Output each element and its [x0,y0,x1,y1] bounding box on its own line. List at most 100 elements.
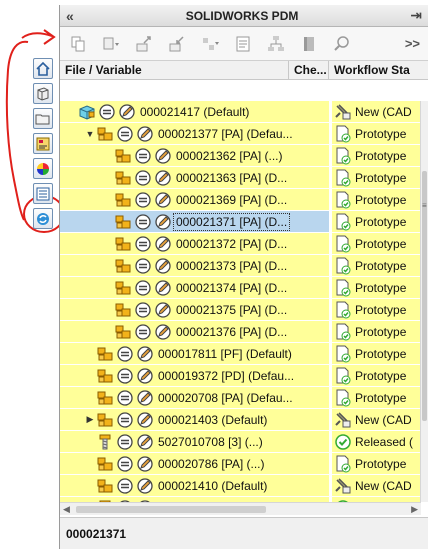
tree-tool[interactable] [266,34,286,54]
tree-row[interactable]: ▼ 000021377 [PA] (Defau... Prototype [60,123,421,145]
tree-row[interactable]: 000021417 (Default) New (CAD [60,101,421,123]
file-cell[interactable]: 000020786 [PA] (...) [60,453,329,474]
file-cell[interactable]: 000021362 [PA] (...) [60,145,329,166]
folder-icon [35,114,50,124]
horizontal-scrollbar[interactable]: ◀ ▶ [60,502,421,515]
folder-button[interactable] [33,108,53,129]
tree-row[interactable]: 000021375 [PA] (D... Prototype [60,299,421,321]
collapse-toggle-icon[interactable]: ▼ [84,129,96,139]
file-cell[interactable]: 000021372 [PA] (D... [60,233,329,254]
assembly-icon [114,169,132,187]
file-cell[interactable]: 000017811 [PF] (Default) [60,343,329,364]
file-cell[interactable]: ▼ 000021377 [PA] (Defau... [60,123,329,144]
edit-state-icon [154,235,172,253]
prototype-state-icon [334,125,352,143]
tree-row[interactable]: 000021374 [PA] (D... Prototype [60,277,421,299]
tree-row[interactable]: 000021372 [PA] (D... Prototype [60,233,421,255]
home-button[interactable] [33,58,53,79]
local-version-icon [116,477,134,495]
properties-button[interactable] [33,133,53,154]
tree-row[interactable]: 000020708 [PA] (Defau... Prototype [60,387,421,409]
expand-toggle-icon[interactable]: ▶ [84,414,96,425]
edit-state-icon [118,103,136,121]
tree-row[interactable]: 5027010708 [3] (...) Released ( [60,431,421,453]
datacard-icon [236,36,250,51]
file-cell[interactable]: 000021376 [PA] (D... [60,321,329,342]
file-name: 000020786 [PA] (...) [158,456,265,471]
checkin-tool[interactable] [167,34,187,54]
file-cell[interactable]: 000021363 [PA] (D... [60,167,329,188]
edit-state-icon [136,477,154,495]
file-cell[interactable]: 000020708 [PA] (Defau... [60,387,329,408]
file-cell[interactable]: 000019372 [PD] (Defau... [60,365,329,386]
vertical-scrollbar[interactable] [420,101,428,502]
collapse-icon[interactable]: « [66,8,74,24]
edit-state-icon [136,455,154,473]
color-wheel-icon [37,162,49,175]
horizontal-scroll-thumb[interactable] [75,505,266,513]
splitter-grip-icon[interactable]: ≡ [422,201,428,210]
column-file-variable[interactable]: File / Variable [60,61,289,79]
column-workflow-state[interactable]: Workflow Sta [329,61,428,79]
cube-button[interactable] [33,83,53,104]
tree-row[interactable]: 000017811 [PF] (Default) Prototype [60,343,421,365]
assembly-icon [114,257,132,275]
edit-state-icon [136,367,154,385]
paste-tool[interactable] [101,34,121,54]
new-cad-state-icon [334,103,352,121]
workflow-tool[interactable] [200,34,220,54]
workflow-state-label: Prototype [355,170,407,185]
edit-state-icon [136,411,154,429]
file-cell[interactable]: 000021369 [PA] (D... [60,189,329,210]
tree-row[interactable]: 000021369 [PA] (D... Prototype [60,189,421,211]
edit-state-icon [136,389,154,407]
tree-row[interactable]: 000021371 [PA] (D... Prototype [60,211,421,233]
search-tool[interactable] [332,34,352,54]
tree-row[interactable]: 000021376 [PA] (D... Prototype [60,321,421,343]
list-view-button[interactable] [33,183,53,204]
file-cell[interactable]: 000021374 [PA] (D... [60,277,329,298]
column-checked-out[interactable]: Che... [289,61,329,79]
workflow-state-cell: Prototype [332,123,421,144]
appearance-button[interactable] [33,158,53,179]
prototype-state-icon [334,235,352,253]
file-cell[interactable]: 000021375 [PA] (D... [60,299,329,320]
file-name: 000021403 (Default) [158,412,268,427]
local-version-icon [116,345,134,363]
scroll-left-icon[interactable]: ◀ [63,504,70,515]
local-version-icon [134,323,152,341]
tree-row[interactable]: 000021363 [PA] (D... Prototype [60,167,421,189]
file-cell[interactable]: ▶ 000021403 (Default) [60,409,329,430]
toolbar-overflow-button[interactable]: >> [405,36,420,51]
prototype-state-icon [334,323,352,341]
file-cell[interactable]: 000021373 [PA] (D... [60,255,329,276]
book-tool[interactable] [299,34,319,54]
scroll-right-icon[interactable]: ▶ [411,504,418,515]
pin-icon[interactable]: ⇥ [410,7,422,24]
tree-row[interactable]: 000021410 (Default) New (CAD [60,475,421,497]
workflow-state-label: Prototype [355,390,407,405]
tree-row[interactable]: ▶ 000021403 (Default) New (CAD [60,409,421,431]
workflow-state-cell: Prototype [332,453,421,474]
workflow-state-label: Released ( [355,434,414,449]
tree-row[interactable]: 000019372 [PD] (Defau... Prototype [60,365,421,387]
tree-row[interactable]: 000021362 [PA] (...) Prototype [60,145,421,167]
workflow-state-cell: Prototype [332,189,421,210]
copy-tool[interactable] [68,34,88,54]
tree-row[interactable]: 000021373 [PA] (D... Prototype [60,255,421,277]
local-version-icon [116,389,134,407]
local-version-icon [134,213,152,231]
file-cell[interactable]: 000021371 [PA] (D... [60,211,329,232]
checkout-tool[interactable] [134,34,154,54]
datacard-tool[interactable] [233,34,253,54]
workflow-state-cell: Prototype [332,365,421,386]
assembly-icon [96,411,114,429]
file-cell[interactable]: 000021417 (Default) [60,101,329,122]
file-cell[interactable]: 5027010708 [3] (...) [60,431,329,452]
file-name: 000021363 [PA] (D... [176,170,288,185]
file-cell[interactable]: 000021410 (Default) [60,475,329,496]
pdm-refresh-button[interactable] [33,208,53,229]
workflow-state-cell: Prototype [332,211,421,232]
workflow-state-label: Prototype [355,324,407,339]
tree-row[interactable]: 000020786 [PA] (...) Prototype [60,453,421,475]
